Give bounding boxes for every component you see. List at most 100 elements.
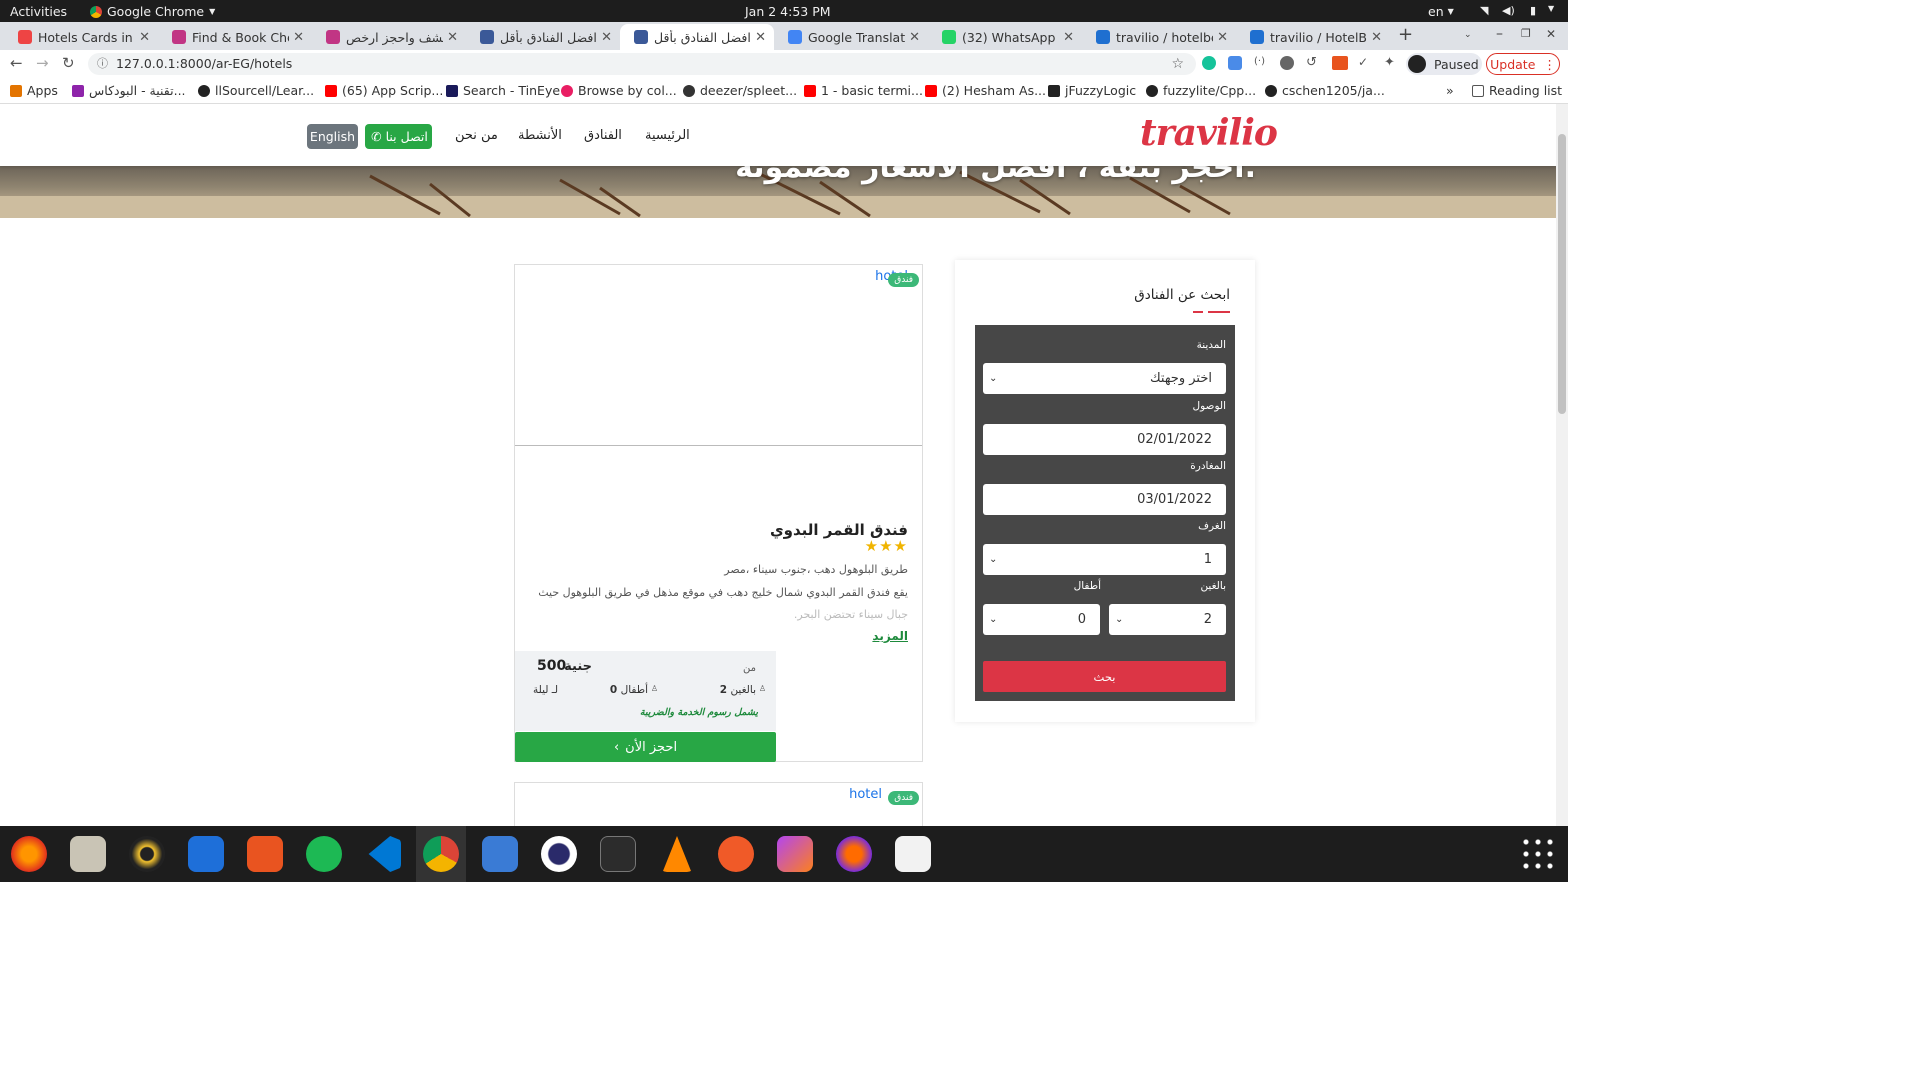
- update-button[interactable]: Update ⋮: [1486, 53, 1560, 75]
- star-icon[interactable]: ☆: [1171, 53, 1184, 75]
- book-now-button[interactable]: ‹ احجز الأن: [515, 732, 776, 762]
- tab-4-active[interactable]: افضل الفنادق بأقل ✕: [620, 24, 774, 50]
- close-tab-icon[interactable]: ✕: [755, 30, 766, 45]
- bookmark-item[interactable]: llSourcell/Lear...: [198, 83, 314, 98]
- city-select[interactable]: ⌄ اختر وجهتك: [983, 363, 1226, 394]
- more-link[interactable]: المزيد: [872, 629, 908, 643]
- bookmark-item[interactable]: cschen1205/ja...: [1265, 83, 1385, 98]
- extension-icon[interactable]: [1280, 56, 1294, 70]
- bookmark-item[interactable]: fuzzylite/Cpp...: [1146, 83, 1256, 98]
- scrollbar-thumb[interactable]: [1558, 134, 1566, 414]
- writer-icon[interactable]: [188, 836, 224, 872]
- profile-paused-button[interactable]: Paused: [1406, 53, 1482, 75]
- site-logo[interactable]: travilio: [1140, 112, 1278, 154]
- show-apps-grid-icon[interactable]: [1520, 836, 1556, 872]
- tab-3[interactable]: افضل الفنادق بأقل ✕: [466, 24, 620, 50]
- tab-2[interactable]: اكتشف واحجز ارخص✕: [312, 24, 466, 50]
- nav-activities[interactable]: الأنشطة: [518, 128, 562, 143]
- close-tab-icon[interactable]: ✕: [601, 30, 612, 45]
- app-menu[interactable]: Google Chrome ▼: [90, 4, 215, 19]
- spotify-icon[interactable]: [306, 836, 342, 872]
- contact-button[interactable]: ✆ اتصل بنا: [365, 124, 432, 149]
- bookmark-item[interactable]: (65) App Scrip...: [325, 83, 443, 98]
- tab-6[interactable]: (32) WhatsApp ✕: [928, 24, 1082, 50]
- volume-icon[interactable]: ◀): [1502, 4, 1515, 17]
- close-tab-icon[interactable]: ✕: [1063, 30, 1074, 45]
- clock[interactable]: Jan 2 4:53 PM: [745, 4, 831, 19]
- extension-icon[interactable]: (·): [1254, 56, 1265, 67]
- tineye-icon: [446, 84, 458, 97]
- tab-7[interactable]: travilio / hotelbed✕: [1082, 24, 1236, 50]
- page-scrollbar[interactable]: [1556, 104, 1568, 826]
- system-menu-caret-icon[interactable]: ▼: [1548, 4, 1554, 13]
- chrome-icon[interactable]: [423, 836, 459, 872]
- extension-icon[interactable]: [1332, 56, 1348, 70]
- language-english-button[interactable]: English: [307, 124, 358, 149]
- close-tab-icon[interactable]: ✕: [293, 30, 304, 45]
- close-tab-icon[interactable]: ✕: [139, 30, 150, 45]
- tab-1[interactable]: Find & Book Cheap✕: [158, 24, 312, 50]
- files-icon[interactable]: [70, 836, 106, 872]
- extension-icon[interactable]: ✓: [1358, 55, 1368, 69]
- minimize-icon[interactable]: –: [1496, 26, 1503, 42]
- reload-icon[interactable]: ↻: [62, 54, 75, 72]
- extension-icon[interactable]: ↺: [1306, 55, 1317, 70]
- close-window-icon[interactable]: ✕: [1546, 27, 1556, 41]
- language-indicator[interactable]: en ▼: [1428, 4, 1454, 19]
- vlc-icon[interactable]: [662, 836, 692, 872]
- extensions-puzzle-icon[interactable]: ✦: [1384, 55, 1395, 70]
- terminal-icon[interactable]: [600, 836, 636, 872]
- forward-icon[interactable]: →: [36, 54, 49, 72]
- battery-icon[interactable]: ▮: [1530, 4, 1536, 17]
- phpstorm-icon[interactable]: [777, 836, 813, 872]
- tab-5[interactable]: Google Translate ✕: [774, 24, 928, 50]
- bookmark-item[interactable]: Browse by col...: [561, 83, 677, 98]
- bookmark-item[interactable]: deezer/spleet...: [683, 83, 797, 98]
- remote-desktop-icon[interactable]: [482, 836, 518, 872]
- bookmark-item[interactable]: (2) Hesham As...: [925, 83, 1046, 98]
- bookmark-item[interactable]: jFuzzyLogic: [1048, 83, 1136, 98]
- software-center-icon[interactable]: [247, 836, 283, 872]
- nav-home[interactable]: الرئيسية: [645, 128, 690, 143]
- nav-hotels[interactable]: الفنادق: [584, 128, 622, 143]
- hero-title: احجز بثقة ، أفضل الأسعار مضمونة.: [735, 166, 1256, 185]
- bookmark-item[interactable]: تقنية - البودكاس...: [72, 83, 186, 98]
- firefox-dev-icon[interactable]: [836, 836, 872, 872]
- rhythmbox-icon[interactable]: [129, 836, 165, 872]
- close-tab-icon[interactable]: ✕: [1371, 30, 1382, 45]
- reading-list[interactable]: Reading list: [1472, 83, 1562, 98]
- grammarly-extension-icon[interactable]: [1202, 56, 1216, 70]
- rooms-select[interactable]: ⌄ 1: [983, 544, 1226, 575]
- url-field[interactable]: ⓘ 127.0.0.1:8000/ar-EG/hotels ☆: [88, 53, 1196, 75]
- bookmark-item[interactable]: Search - TinEye: [446, 83, 560, 98]
- arrival-label: الوصول: [1192, 400, 1226, 412]
- text-editor-icon[interactable]: [895, 836, 931, 872]
- back-icon[interactable]: ←: [10, 54, 23, 72]
- extension-icon[interactable]: [1228, 56, 1242, 70]
- bookmark-apps[interactable]: Apps: [10, 83, 58, 98]
- vscode-icon[interactable]: [368, 836, 401, 872]
- close-tab-icon[interactable]: ✕: [1217, 30, 1228, 45]
- maximize-icon[interactable]: ❐: [1521, 27, 1531, 40]
- departure-date-input[interactable]: 03/01/2022: [983, 484, 1226, 515]
- close-tab-icon[interactable]: ✕: [447, 30, 458, 45]
- hotel-image[interactable]: hotel: [849, 787, 882, 802]
- close-tab-icon[interactable]: ✕: [909, 30, 920, 45]
- bookmark-item[interactable]: 1 - basic termi...: [804, 83, 923, 98]
- tab-8[interactable]: travilio / HotelBed✕: [1236, 24, 1390, 50]
- children-select[interactable]: ⌄ 0: [983, 604, 1100, 635]
- hotel-image[interactable]: hotel فندق: [515, 265, 922, 446]
- adults-select[interactable]: ⌄ 2: [1109, 604, 1226, 635]
- postman-icon[interactable]: [718, 836, 754, 872]
- wifi-icon[interactable]: ◥: [1480, 4, 1488, 17]
- eclipse-icon[interactable]: [541, 836, 577, 872]
- more-bookmarks-icon[interactable]: »: [1446, 83, 1454, 98]
- nav-about[interactable]: من نحن: [455, 128, 498, 143]
- tab-search-icon[interactable]: ⌄: [1464, 30, 1472, 40]
- search-submit-button[interactable]: بحث: [983, 661, 1226, 692]
- tab-0[interactable]: Hotels Cards in th✕: [4, 24, 158, 50]
- new-tab-icon[interactable]: +: [1398, 24, 1413, 45]
- arrival-date-input[interactable]: 02/01/2022: [983, 424, 1226, 455]
- firefox-icon[interactable]: [11, 836, 47, 872]
- activities-button[interactable]: Activities: [10, 4, 67, 19]
